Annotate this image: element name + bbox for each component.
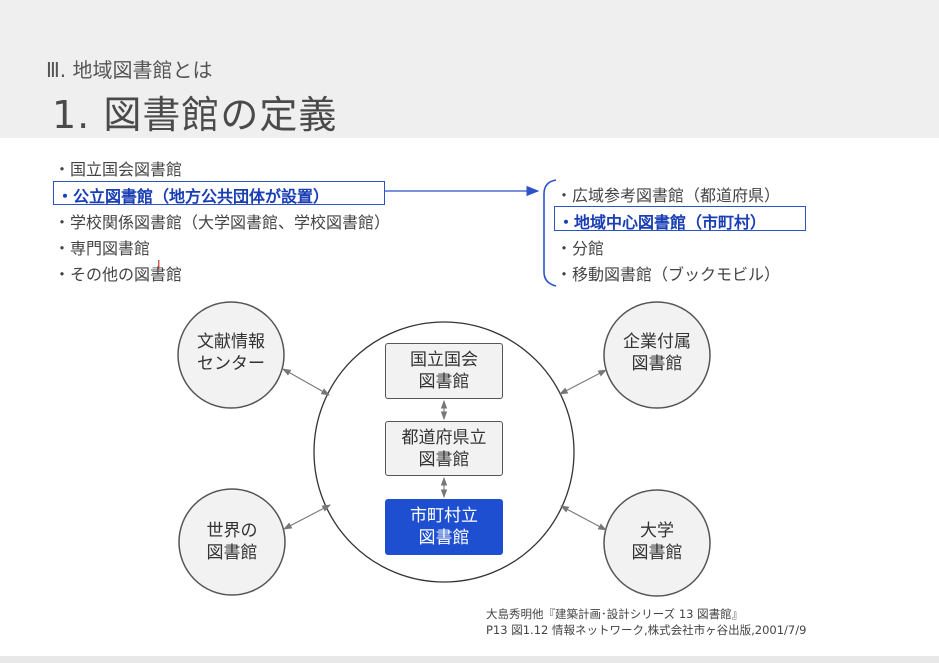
box-municipal-library: 市町村立 図書館 [385, 499, 503, 555]
node-corporate: 企業付属 図書館 [617, 331, 697, 375]
diagram-canvas [177, 179, 711, 597]
node-doc-center-line1: 文献情報 [197, 332, 265, 352]
link-doc-center [282, 368, 330, 396]
node-world: 世界の 図書館 [192, 520, 272, 564]
box-national-library: 国立国会 図書館 [385, 343, 503, 399]
box-national-line2: 図書館 [418, 372, 470, 392]
box-prefectural-library: 都道府県立 図書館 [385, 421, 503, 476]
node-university-line1: 大学 [640, 521, 674, 541]
list-bracket [543, 179, 557, 287]
citation-line2: P13 図1.12 情報ネットワーク,株式会社市ヶ谷出版,2001/7/9 [486, 623, 807, 637]
box-municipal-line2: 図書館 [418, 528, 470, 548]
citation: 大島秀明他『建築計画･設計シリーズ 13 図書館』 P13 図1.12 情報ネッ… [486, 606, 806, 638]
node-doc-center-line2: センター [197, 354, 265, 374]
box-prefectural-line2: 図書館 [418, 449, 470, 470]
footer-band [0, 656, 939, 663]
node-world-line1: 世界の [206, 521, 258, 541]
citation-line1: 大島秀明他『建築計画･設計シリーズ 13 図書館』 [486, 607, 744, 621]
node-university-line2: 図書館 [631, 543, 683, 563]
link-world [283, 504, 331, 530]
box-prefectural-line1: 都道府県立 [401, 427, 487, 448]
node-world-line2: 図書館 [206, 543, 258, 563]
box-municipal-line1: 市町村立 [410, 506, 478, 526]
node-corporate-line2: 図書館 [631, 354, 683, 374]
node-university: 大学 図書館 [617, 520, 697, 564]
link-university [560, 505, 607, 531]
node-doc-center: 文献情報 センター [191, 331, 271, 375]
node-corporate-line1: 企業付属 [623, 332, 691, 352]
box-national-line1: 国立国会 [410, 350, 478, 370]
link-corporate [559, 369, 607, 395]
